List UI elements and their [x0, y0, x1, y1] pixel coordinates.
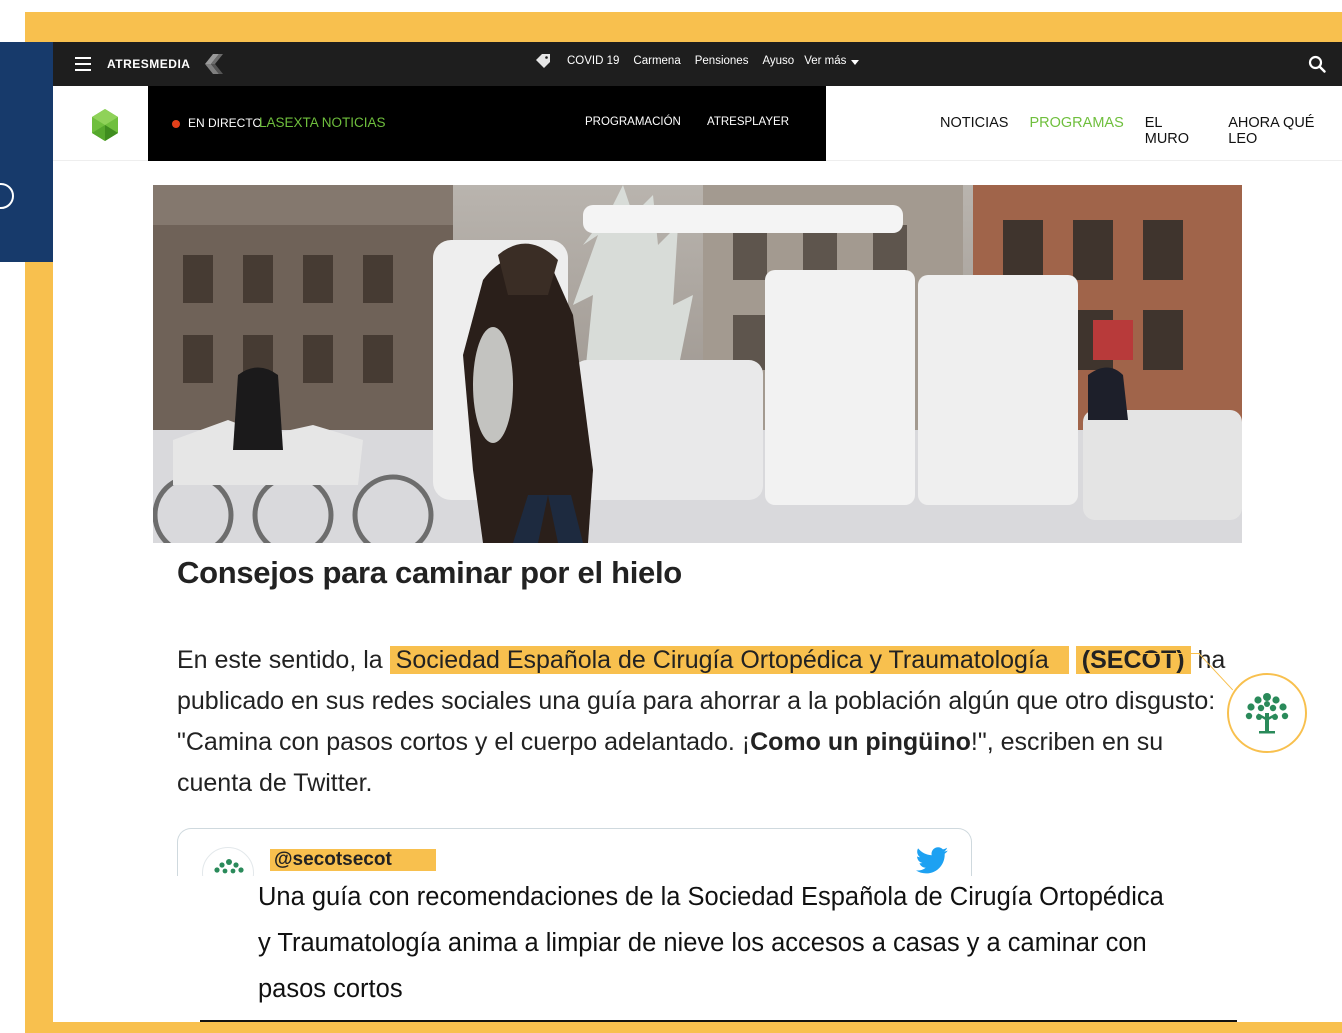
- callout-connector: [1140, 653, 1200, 654]
- atresmedia-logo-icon: [205, 54, 223, 74]
- live-strip: EN DIRECTO LASEXTA NOTICIAS PROGRAMACIÓN…: [148, 86, 826, 161]
- highlight-frame-top: [25, 12, 1342, 42]
- chevron-down-icon: [851, 59, 860, 65]
- atresplayer-link[interactable]: ATRESPLAYER: [707, 116, 789, 128]
- para-intro: En este sentido, la: [177, 646, 390, 674]
- secot-logo-callout: [1227, 673, 1307, 753]
- article-subheading: Consejos para caminar por el hielo: [177, 555, 682, 590]
- top-bar: ATRESMEDIA COVID 19 Carmena Pensiones Ay…: [53, 42, 1342, 86]
- nav-item-ahora-que-leo[interactable]: AHORA QUÉ LEO: [1228, 115, 1342, 147]
- trending-link-carmena[interactable]: Carmena: [633, 55, 680, 67]
- trending-topics: COVID 19 Carmena Pensiones Ayuso Ver más: [535, 54, 860, 68]
- live-label: EN DIRECTO: [188, 116, 262, 130]
- brand-name[interactable]: ATRESMEDIA: [107, 57, 190, 71]
- live-channel-link[interactable]: LASEXTA NOTICIAS: [259, 115, 386, 130]
- hamburger-menu-icon[interactable]: [75, 57, 91, 71]
- nav-item-el-muro[interactable]: EL MURO: [1145, 115, 1208, 147]
- secot-abbr-link[interactable]: (SECOT): [1075, 646, 1191, 674]
- highlight-frame-bottom: [25, 1022, 1342, 1033]
- secot-name-link[interactable]: Sociedad Española de Cirugía Ortopédica …: [389, 646, 1069, 674]
- twitter-bird-icon[interactable]: [915, 847, 949, 875]
- more-topics-dropdown[interactable]: Ver más: [804, 55, 860, 67]
- lasexta-logo-icon[interactable]: [89, 108, 121, 142]
- tweet-handle[interactable]: @secotsecot: [270, 849, 436, 871]
- trending-link-pensiones[interactable]: Pensiones: [695, 55, 749, 67]
- secot-tree-icon: [1245, 693, 1289, 734]
- avatar[interactable]: [202, 847, 254, 876]
- side-panel: [0, 42, 53, 262]
- channel-navbar: EN DIRECTO LASEXTA NOTICIAS PROGRAMACIÓN…: [53, 86, 1342, 161]
- image-caption: Una guía con recomendaciones de la Socie…: [258, 883, 1164, 1003]
- search-icon[interactable]: [1308, 55, 1326, 73]
- para-bold: Como un pingüino: [750, 728, 971, 756]
- caption-divider: [200, 1020, 1237, 1022]
- programacion-link[interactable]: PROGRAMACIÓN: [585, 116, 681, 128]
- embedded-tweet[interactable]: @secotsecot: [177, 828, 972, 876]
- tag-icon: [536, 54, 550, 68]
- trending-link-covid[interactable]: COVID 19: [567, 55, 619, 67]
- more-topics-label: Ver más: [804, 55, 847, 67]
- secot-avatar-icon: [214, 859, 244, 874]
- article-paragraph: En este sentido, la Sociedad Española de…: [177, 640, 1237, 804]
- main-nav: NOTICIAS PROGRAMAS EL MURO AHORA QUÉ LEO: [940, 115, 1342, 147]
- nav-item-programas[interactable]: PROGRAMAS: [1029, 115, 1123, 147]
- hero-image: [153, 185, 1242, 543]
- live-dot-icon: [172, 120, 180, 128]
- trending-link-ayuso[interactable]: Ayuso: [762, 55, 794, 67]
- nav-item-noticias[interactable]: NOTICIAS: [940, 115, 1008, 147]
